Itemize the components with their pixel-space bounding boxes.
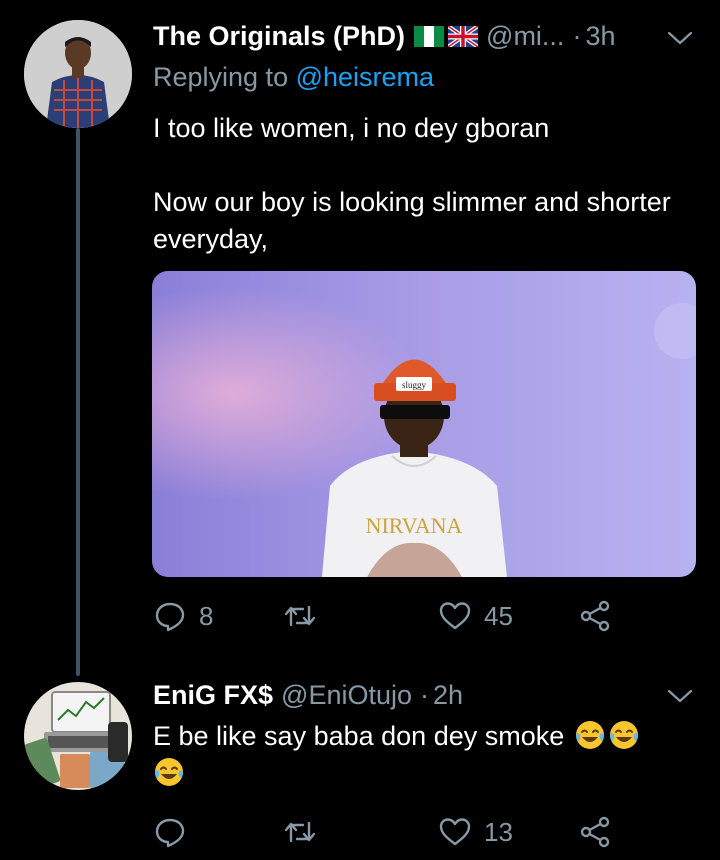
media-photo: NIRVANA sluggy xyxy=(152,271,696,577)
tweet-media-image[interactable]: NIRVANA sluggy xyxy=(152,271,696,577)
display-name[interactable]: EniG FX$ xyxy=(153,680,273,711)
chevron-down-icon[interactable] xyxy=(665,28,695,48)
avatar[interactable] xyxy=(24,682,132,790)
tweet-actions: 8 45 xyxy=(153,596,633,636)
like-icon xyxy=(439,818,471,846)
chevron-down-icon[interactable] xyxy=(665,686,695,706)
replying-to-line: Replying to @heisrema xyxy=(153,62,434,93)
tweet-text-line-2: Now our boy is looking slimmer and short… xyxy=(153,187,671,254)
thread-connector-line xyxy=(76,128,80,676)
tweet-header: EniG FX$ @EniOtujo · 2h xyxy=(153,680,463,711)
like-button[interactable]: 13 xyxy=(438,812,513,852)
uk-flag-icon xyxy=(448,26,479,47)
avatar-image-originals xyxy=(24,20,132,128)
reply-button[interactable] xyxy=(153,812,199,852)
tweet-text-line-1: I too like women, i no dey gboran xyxy=(153,113,550,143)
reply-button[interactable]: 8 xyxy=(153,596,213,636)
share-button[interactable] xyxy=(578,812,612,852)
flag-group xyxy=(414,26,479,47)
avatar[interactable] xyxy=(24,20,132,128)
like-count: 45 xyxy=(484,600,513,631)
like-icon xyxy=(439,602,471,630)
retweet-icon xyxy=(284,605,316,627)
replying-to-prefix: Replying to xyxy=(153,62,296,92)
retweet-button[interactable] xyxy=(283,812,329,852)
timestamp[interactable]: 2h xyxy=(433,680,463,711)
nigeria-flag-icon xyxy=(414,26,445,47)
handle[interactable]: @EniOtujo xyxy=(281,680,412,711)
retweet-icon xyxy=(284,821,316,843)
share-icon xyxy=(580,600,610,632)
like-count: 13 xyxy=(484,816,513,847)
tweet-actions: 13 xyxy=(153,812,633,852)
face-with-tears-of-joy-icon xyxy=(609,721,638,749)
reply-icon xyxy=(155,818,185,848)
share-icon xyxy=(580,816,610,848)
tweet-text: E be like say baba don dey smoke xyxy=(153,718,693,792)
reply-count: 8 xyxy=(199,600,214,631)
avatar-image-enig xyxy=(24,682,132,790)
separator-dot: · xyxy=(572,21,582,51)
face-with-tears-of-joy-icon xyxy=(155,758,183,786)
handle[interactable]: @mi... xyxy=(486,21,564,52)
tweet-text-body: E be like say baba don dey smoke xyxy=(153,721,565,751)
hat-label-text: sluggy xyxy=(402,380,427,390)
timestamp[interactable]: 3h xyxy=(585,21,615,52)
reply-icon xyxy=(155,602,185,632)
shirt-print-text: NIRVANA xyxy=(366,513,463,538)
share-button[interactable] xyxy=(578,596,612,636)
retweet-button[interactable] xyxy=(283,596,329,636)
face-with-tears-of-joy-icon xyxy=(575,721,604,749)
like-button[interactable]: 45 xyxy=(438,596,513,636)
display-name[interactable]: The Originals (PhD) xyxy=(153,21,405,52)
separator-dot: · xyxy=(420,680,429,710)
tweet-header: The Originals (PhD) @mi... · 3h xyxy=(153,21,615,52)
reply-mention-link[interactable]: @heisrema xyxy=(296,62,434,92)
